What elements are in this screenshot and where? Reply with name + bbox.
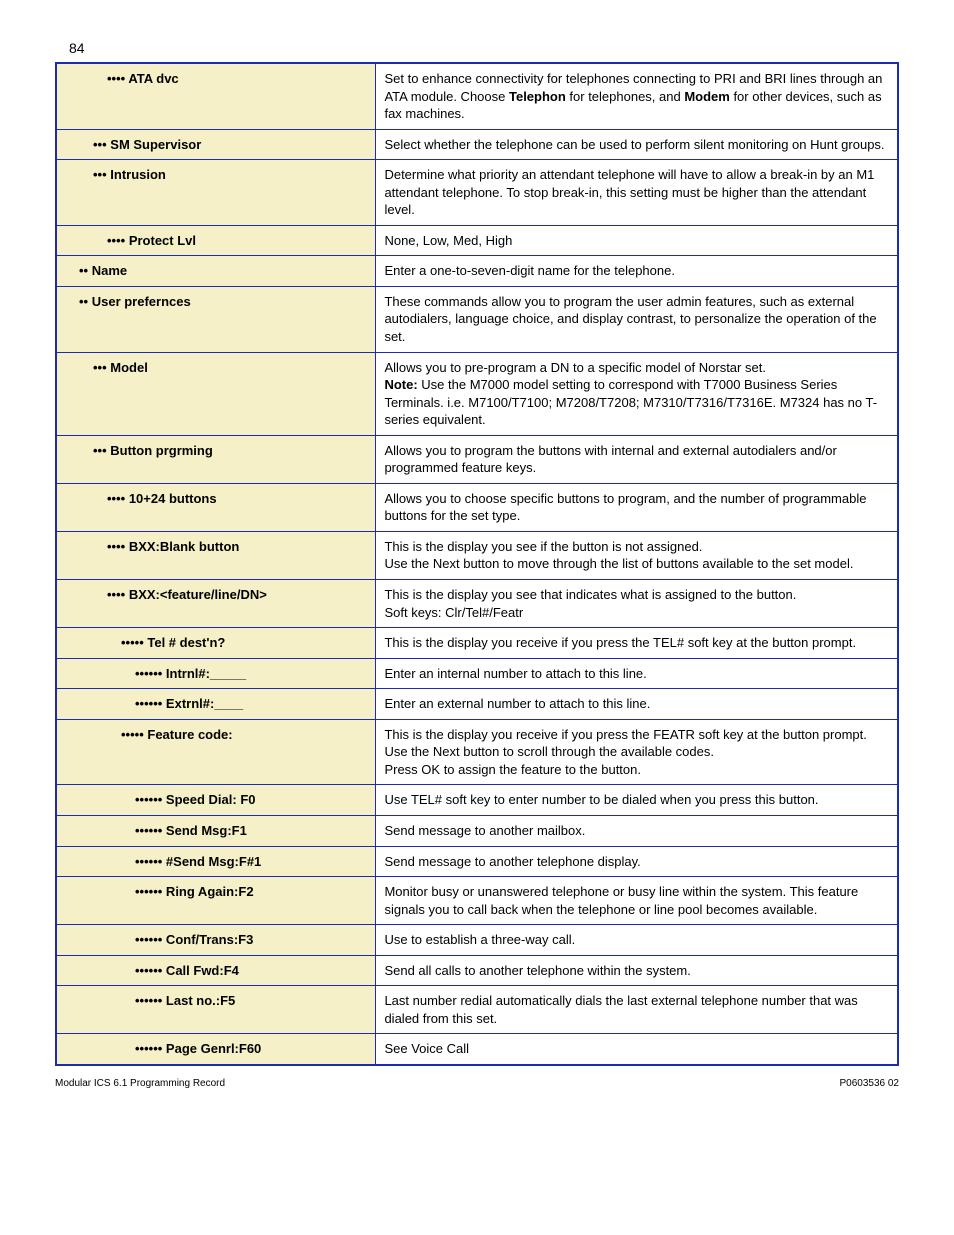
footer-right: P0603536 02	[839, 1078, 899, 1089]
table-row: ••• IntrusionDetermine what priority an …	[56, 160, 898, 226]
table-row: •••• BXX:<feature/line/DN>This is the di…	[56, 580, 898, 628]
row-description: See Voice Call	[376, 1034, 898, 1065]
table-row: •••••• Conf/Trans:F3Use to establish a t…	[56, 925, 898, 956]
row-label: •••••• Last no.:F5	[56, 986, 376, 1034]
table-row: ••• Button prgrmingAllows you to program…	[56, 435, 898, 483]
row-description: Send message to another mailbox.	[376, 815, 898, 846]
table-row: •••••• Last no.:F5Last number redial aut…	[56, 986, 898, 1034]
row-description: This is the display you receive if you p…	[376, 719, 898, 785]
row-label: •• Name	[56, 256, 376, 287]
row-description: Allows you to program the buttons with i…	[376, 435, 898, 483]
row-description: None, Low, Med, High	[376, 225, 898, 256]
table-row: •••••• Page Genrl:F60See Voice Call	[56, 1034, 898, 1065]
row-description: Send message to another telephone displa…	[376, 846, 898, 877]
table-row: •••••• #Send Msg:F#1Send message to anot…	[56, 846, 898, 877]
row-description: Enter an internal number to attach to th…	[376, 658, 898, 689]
row-description: This is the display you see if the butto…	[376, 531, 898, 579]
row-description: Use TEL# soft key to enter number to be …	[376, 785, 898, 816]
row-label: •••• BXX:Blank button	[56, 531, 376, 579]
row-description: Set to enhance connectivity for telephon…	[376, 63, 898, 129]
row-label: •••••• Page Genrl:F60	[56, 1034, 376, 1065]
table-row: •••••• Speed Dial: F0Use TEL# soft key t…	[56, 785, 898, 816]
row-description: This is the display you see that indicat…	[376, 580, 898, 628]
row-label: •••••• Conf/Trans:F3	[56, 925, 376, 956]
row-label: •••••• Extrnl#:____	[56, 689, 376, 720]
table-row: •••• 10+24 buttonsAllows you to choose s…	[56, 483, 898, 531]
table-row: •• NameEnter a one-to-seven-digit name f…	[56, 256, 898, 287]
row-description: Last number redial automatically dials t…	[376, 986, 898, 1034]
programming-table: •••• ATA dvcSet to enhance connectivity …	[55, 62, 899, 1066]
table-row: •••••• Intrnl#:_____Enter an internal nu…	[56, 658, 898, 689]
row-label: •••••• Call Fwd:F4	[56, 955, 376, 986]
table-row: ••• ModelAllows you to pre-program a DN …	[56, 352, 898, 435]
row-label: •••• 10+24 buttons	[56, 483, 376, 531]
row-description: Allows you to pre-program a DN to a spec…	[376, 352, 898, 435]
row-label: ••• Model	[56, 352, 376, 435]
table-row: •••••• Extrnl#:____Enter an external num…	[56, 689, 898, 720]
row-label: ••• Button prgrming	[56, 435, 376, 483]
row-label: ••• SM Supervisor	[56, 129, 376, 160]
row-description: These commands allow you to program the …	[376, 286, 898, 352]
row-label: •••••• #Send Msg:F#1	[56, 846, 376, 877]
row-description: Enter a one-to-seven-digit name for the …	[376, 256, 898, 287]
row-label: •••• ATA dvc	[56, 63, 376, 129]
row-label: ••••• Feature code:	[56, 719, 376, 785]
row-label: •••••• Ring Again:F2	[56, 877, 376, 925]
table-row: •••• BXX:Blank buttonThis is the display…	[56, 531, 898, 579]
row-label: •••••• Send Msg:F1	[56, 815, 376, 846]
row-label: •••••• Speed Dial: F0	[56, 785, 376, 816]
row-description: Send all calls to another telephone with…	[376, 955, 898, 986]
row-description: Use to establish a three-way call.	[376, 925, 898, 956]
table-row: ••••• Tel # dest'n?This is the display y…	[56, 628, 898, 659]
table-row: ••••• Feature code:This is the display y…	[56, 719, 898, 785]
row-label: •• User prefernces	[56, 286, 376, 352]
row-description: Determine what priority an attendant tel…	[376, 160, 898, 226]
row-description: Enter an external number to attach to th…	[376, 689, 898, 720]
table-row: •••• Protect LvlNone, Low, Med, High	[56, 225, 898, 256]
table-row: •••••• Send Msg:F1Send message to anothe…	[56, 815, 898, 846]
row-description: This is the display you receive if you p…	[376, 628, 898, 659]
row-label: •••••• Intrnl#:_____	[56, 658, 376, 689]
row-description: Select whether the telephone can be used…	[376, 129, 898, 160]
row-label: •••• Protect Lvl	[56, 225, 376, 256]
table-row: •••••• Ring Again:F2Monitor busy or unan…	[56, 877, 898, 925]
row-description: Allows you to choose specific buttons to…	[376, 483, 898, 531]
footer-left: Modular ICS 6.1 Programming Record	[55, 1078, 225, 1089]
page-number: 84	[69, 40, 899, 56]
row-label: ••• Intrusion	[56, 160, 376, 226]
table-row: •••• ATA dvcSet to enhance connectivity …	[56, 63, 898, 129]
table-row: •• User preferncesThese commands allow y…	[56, 286, 898, 352]
page-footer: Modular ICS 6.1 Programming Record P0603…	[55, 1078, 899, 1089]
row-label: ••••• Tel # dest'n?	[56, 628, 376, 659]
table-row: •••••• Call Fwd:F4Send all calls to anot…	[56, 955, 898, 986]
row-label: •••• BXX:<feature/line/DN>	[56, 580, 376, 628]
row-description: Monitor busy or unanswered telephone or …	[376, 877, 898, 925]
table-row: ••• SM SupervisorSelect whether the tele…	[56, 129, 898, 160]
